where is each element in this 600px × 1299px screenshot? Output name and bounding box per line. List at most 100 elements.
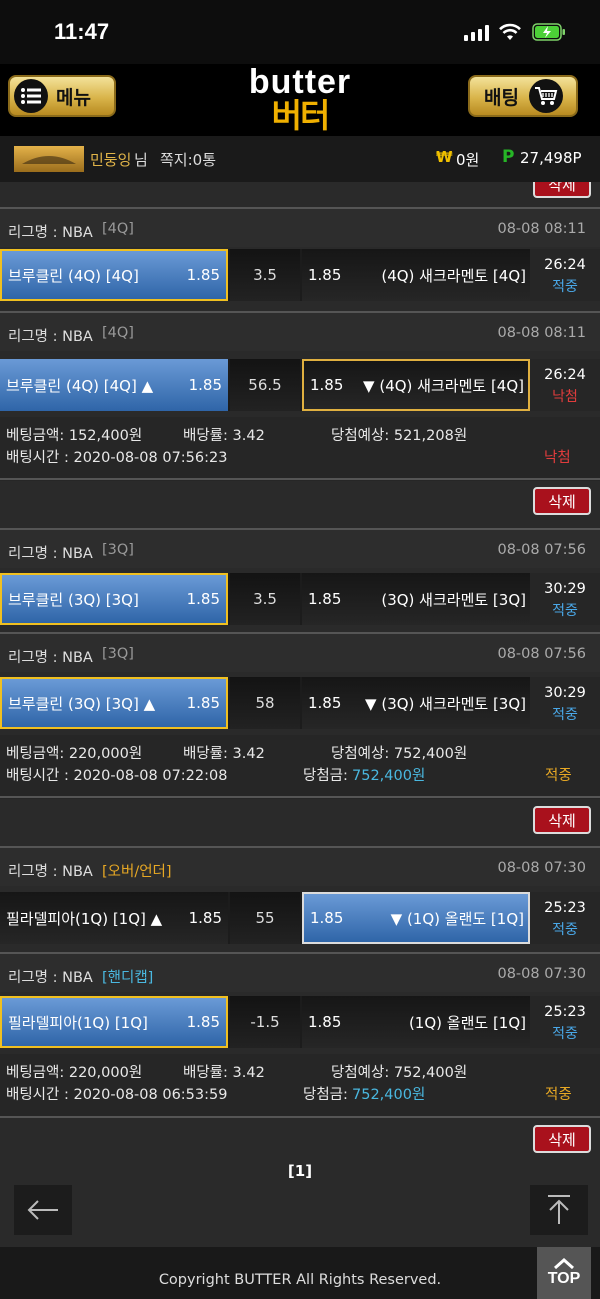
game-row: 브루클린 (3Q) [3Q] ▲ 1.85 58 1.85 ▼ (3Q) 새크라… [0, 677, 600, 729]
delete-button[interactable]: 삭제 [533, 1125, 591, 1153]
cart-icon [528, 79, 563, 113]
home-odds: 1.85 [188, 376, 222, 394]
game-status: 30:29 적중 [530, 677, 600, 729]
home-odds: 1.85 [186, 694, 220, 712]
menu-button[interactable]: 메뉴 [8, 75, 116, 117]
league-name: 리그명 : NBA [8, 650, 93, 666]
league-header: 리그명 : NBA [4Q] 08-08 08:11 [0, 207, 600, 247]
home-team-option[interactable]: 브루클린 (4Q) [4Q] ▲ 1.85 [0, 359, 228, 411]
bet-amount: 베팅금액: 220,000원 [6, 1065, 143, 1081]
delete-button[interactable]: 삭제 [533, 487, 591, 515]
home-team-option[interactable]: 브루클린 (3Q) [3Q] ▲ 1.85 [0, 677, 228, 729]
away-odds: 1.85 [310, 376, 344, 394]
arrow-up-bar-icon [548, 1195, 570, 1224]
home-team-option[interactable]: 브루클린 (4Q) [4Q] 1.85 [0, 249, 228, 301]
league-tag: [4Q] [102, 221, 134, 237]
top-button[interactable]: TOP [537, 1247, 591, 1299]
divider [0, 478, 600, 480]
away-team: ▼ (4Q) 새크라멘토 [4Q] [363, 376, 524, 395]
league-tag: [핸디캡] [102, 970, 154, 986]
user-bar: 민둥잉 님 쪽지:0통 ₩ 0원 P 27,498P [0, 136, 600, 182]
bet-amount: 베팅금액: 152,400원 [6, 428, 143, 444]
logo-ko: 버터 [271, 96, 331, 135]
away-team-option[interactable]: 1.85 ▼ (4Q) 새크라멘토 [4Q] [302, 359, 530, 411]
game-clock: 25:23 [544, 1004, 586, 1020]
league-header: 리그명 : NBA [핸디캡] 08-08 07:30 [0, 952, 600, 992]
away-team-option[interactable]: 1.85 (4Q) 새크라멘토 [4Q] [302, 249, 530, 301]
back-button[interactable] [14, 1185, 72, 1235]
bet-label: 배팅 [484, 86, 519, 109]
butter-logo[interactable]: butter 버터 [236, 63, 364, 135]
win-amount: 752,400원 [352, 768, 426, 784]
game-row: 브루클린 (4Q) [4Q] 1.85 3.5 1.85 (4Q) 새크라멘토 … [0, 249, 600, 301]
bet-result: 낙첨 [544, 450, 571, 466]
bet-history-list[interactable]: 삭제 리그명 : NBA [4Q] 08-08 08:11 브루클린 (4Q) … [0, 182, 600, 1247]
handicap-value: 3.5 [230, 249, 300, 301]
away-odds: 1.85 [308, 1013, 342, 1031]
league-tag: [4Q] [102, 325, 134, 341]
win-label: 당첨금: [303, 1087, 348, 1103]
away-odds: 1.85 [308, 694, 342, 712]
bet-time: 배팅시간 : 2020-08-08 06:53:59 [6, 1087, 228, 1103]
arrow-left-icon [27, 1200, 58, 1220]
username[interactable]: 민둥잉 [90, 149, 131, 170]
game-datetime: 08-08 07:56 [497, 542, 586, 558]
away-team-option[interactable]: 1.85 (1Q) 올랜도 [1Q] [302, 996, 530, 1048]
home-team-option[interactable]: 브루클린 (3Q) [3Q] 1.85 [0, 573, 228, 625]
league-tag: [3Q] [102, 646, 134, 662]
away-team-option[interactable]: 1.85 (3Q) 새크라멘토 [3Q] [302, 573, 530, 625]
pagination-current[interactable]: [1] [0, 1162, 600, 1180]
game-status: 25:23 적중 [530, 892, 600, 944]
over-under-value: 55 [230, 892, 300, 944]
home-team: 브루클린 (4Q) [4Q] ▲ [6, 376, 154, 395]
home-team: 브루클린 (3Q) [3Q] [8, 590, 139, 609]
league-name: 리그명 : NBA [8, 329, 93, 345]
home-odds: 1.85 [186, 590, 220, 608]
away-team: (1Q) 올랜도 [1Q] [408, 1013, 526, 1032]
bet-summary: 베팅금액: 152,400원 배당률: 3.42 당첨예상: 521,208원 … [0, 417, 600, 481]
game-row: 필라델피아(1Q) [1Q] 1.85 -1.5 1.85 (1Q) 올랜도 [… [0, 996, 600, 1048]
home-team: 브루클린 (4Q) [4Q] [8, 266, 139, 285]
top-label: TOP [547, 1270, 581, 1287]
result-status: 적중 [552, 1026, 578, 1042]
win-amount: 752,400원 [352, 1087, 426, 1103]
game-datetime: 08-08 08:11 [497, 221, 586, 237]
result-status: 적중 [552, 922, 578, 938]
messages-count[interactable]: 쪽지:0통 [160, 149, 216, 170]
league-name: 리그명 : NBA [8, 864, 93, 880]
logo-en: butter [248, 63, 352, 101]
expected-win: 당첨예상: 521,208원 [331, 428, 468, 444]
handicap-value: 3.5 [230, 573, 300, 625]
level-badge [14, 146, 84, 172]
chevron-up-icon [554, 1258, 574, 1270]
game-clock: 25:23 [544, 900, 586, 916]
game-status: 26:24 적중 [530, 249, 600, 301]
league-name: 리그명 : NBA [8, 970, 93, 986]
delete-button[interactable]: 삭제 [533, 806, 591, 834]
bet-odds: 배당률: 3.42 [183, 428, 265, 444]
league-header: 리그명 : NBA [3Q] 08-08 07:56 [0, 528, 600, 568]
bet-summary: 베팅금액: 220,000원 배당률: 3.42 당첨예상: 752,400원 … [0, 1054, 600, 1118]
point-balance: 27,498P [520, 149, 582, 167]
wifi-icon [499, 23, 521, 40]
away-team-option[interactable]: 1.85 ▼ (3Q) 새크라멘토 [3Q] [302, 677, 530, 729]
game-status: 25:23 적중 [530, 996, 600, 1048]
home-team-option[interactable]: 필라델피아(1Q) [1Q] 1.85 [0, 996, 228, 1048]
win-label: 당첨금: [303, 768, 348, 784]
away-odds: 1.85 [308, 590, 342, 608]
league-tag: [3Q] [102, 542, 134, 558]
game-clock: 26:24 [544, 367, 586, 383]
away-team-option[interactable]: 1.85 ▼ (1Q) 올랜도 [1Q] [302, 892, 530, 944]
bet-result: 적중 [545, 768, 572, 784]
scroll-top-button[interactable] [530, 1185, 588, 1235]
result-status: 적중 [552, 603, 578, 619]
home-team-option[interactable]: 필라델피아(1Q) [1Q] ▲ 1.85 [0, 892, 228, 944]
delete-button[interactable]: 삭제 [533, 182, 591, 198]
betting-cart-button[interactable]: 배팅 [468, 75, 578, 117]
away-odds: 1.85 [310, 909, 344, 927]
bet-result: 적중 [545, 1087, 572, 1103]
cash-balance: 0원 [456, 151, 480, 169]
game-status: 30:29 적중 [530, 573, 600, 625]
bet-summary: 베팅금액: 220,000원 배당률: 3.42 당첨예상: 752,400원 … [0, 735, 600, 799]
away-team: ▼ (3Q) 새크라멘토 [3Q] [365, 694, 526, 713]
